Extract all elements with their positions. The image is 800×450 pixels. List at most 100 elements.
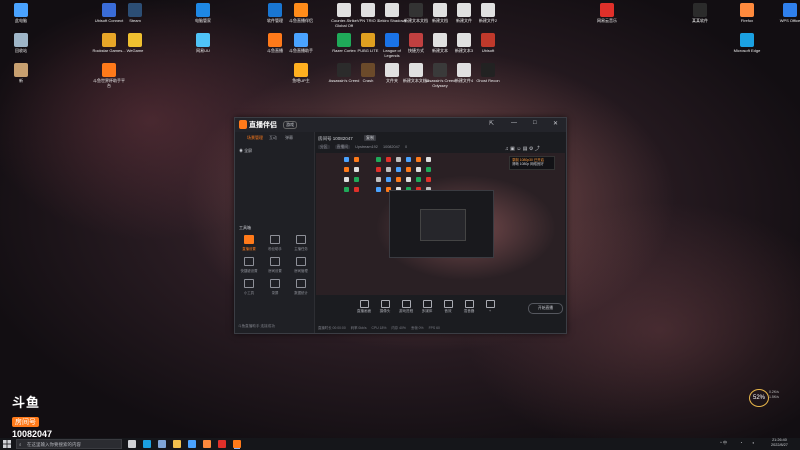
taskbar-app-task-view-icon[interactable] — [128, 440, 136, 448]
taskbar-search-input[interactable]: ⌕ 在这里输入你要搜索的内容 — [16, 439, 122, 449]
desktop-icon[interactable]: WPS Office — [773, 3, 800, 23]
volume-icon[interactable]: ◖ — [752, 440, 754, 445]
main-panel: 房间号 10082047 复制 分区 直播间 Upstream192 10082… — [315, 132, 566, 333]
toolbox-item[interactable]: 数据统计 — [289, 279, 313, 297]
connection-status: 斗鱼直播助手 连接成功 — [238, 324, 275, 328]
desktop-icon[interactable]: Steam — [118, 3, 152, 23]
bottom-tool[interactable]: 音效 — [437, 300, 459, 314]
tool-label: 快捷键设置 — [240, 269, 258, 273]
windows-start-icon[interactable] — [3, 440, 11, 448]
bottom-tool-icon — [401, 300, 411, 308]
share-icon[interactable]: ⤴ — [535, 146, 540, 152]
desktop-icon[interactable]: 网易云音乐 — [590, 3, 624, 23]
tool-icon — [270, 257, 280, 266]
desktop-icon[interactable]: 鱼吧UP主 — [284, 63, 318, 83]
taskbar-app-douyu-icon[interactable] — [233, 440, 241, 448]
taskbar-app-settings-icon[interactable] — [158, 440, 166, 448]
start-live-button[interactable]: 开始直播 — [528, 303, 563, 314]
pin-icon[interactable]: ⇱ — [489, 120, 494, 127]
bottom-tool[interactable]: 摄像头 — [374, 300, 396, 314]
preview-icon — [416, 177, 421, 182]
desktop-icon-label: 网易UU — [196, 48, 210, 53]
toolbox-item[interactable]: 录屏 — [263, 279, 287, 297]
tab-danmaku[interactable]: 弹幕 — [285, 135, 293, 141]
taskbar-app-netease-icon[interactable] — [218, 440, 226, 448]
app-icon — [385, 63, 399, 77]
window-titlebar[interactable]: 直播伴侣 游戏 ⇱ — □ ✕ — [235, 118, 566, 132]
tab-scene[interactable]: 场景管理 — [247, 135, 263, 141]
bottom-tool[interactable]: 多媒体 — [416, 300, 438, 314]
taskbar-app-firefox-icon[interactable] — [203, 440, 211, 448]
taskbar-app-store-icon[interactable] — [188, 440, 196, 448]
tool-icon — [270, 279, 280, 288]
stat-item: 码率 0kb/s — [350, 326, 367, 330]
speed-gauge[interactable]: 52% — [749, 389, 769, 407]
scene-item[interactable]: ◉ 全屏 — [239, 148, 252, 154]
bottom-tool[interactable]: 混音器 — [458, 300, 480, 314]
toolbox-item[interactable]: 直播设置 — [237, 235, 261, 253]
bottom-tool-label: 混音器 — [463, 309, 475, 313]
desktop-icon[interactable]: 某某软件 — [683, 3, 717, 23]
desktop-icon[interactable]: 斗鱼直播助手 — [284, 33, 318, 53]
bottom-tool-label: 游戏进程 — [398, 309, 414, 313]
room-pill[interactable]: 直播间 — [334, 145, 351, 149]
desktop-icon[interactable]: WeGame — [118, 33, 152, 53]
bottom-tool-icon — [464, 300, 474, 308]
upstream-label: Upstream192 — [355, 145, 378, 149]
category-pill[interactable]: 分区 — [318, 145, 330, 149]
douyu-brand: 斗鱼 — [12, 395, 41, 410]
stream-preview[interactable]: 录制 1080p30 已开启 清晰 1080p 网络良好 — [316, 153, 565, 295]
preview-icon — [386, 177, 391, 182]
desktop-icon[interactable]: Ghost Recon — [471, 63, 505, 83]
taskbar-clock[interactable]: 21:26:40 2022/8/27 — [771, 438, 788, 448]
preview-icon — [396, 167, 401, 172]
maximize-button[interactable]: □ — [533, 120, 537, 126]
system-tray[interactable]: ^ 中 — [720, 440, 727, 446]
download-rate: 1.5K/s — [769, 395, 779, 399]
desktop-icon[interactable]: 电脑管家 — [186, 3, 220, 23]
taskbar-app-explorer-icon[interactable] — [173, 440, 181, 448]
close-button[interactable]: ✕ — [553, 120, 558, 127]
app-icon — [481, 33, 495, 47]
desktop-icon[interactable]: Ubisoft — [471, 33, 505, 53]
app-icon — [196, 33, 210, 47]
desktop-icon[interactable]: 新建文件2 — [471, 3, 505, 23]
taskbar-app-edge-icon[interactable] — [143, 440, 151, 448]
desktop-icon[interactable]: 斗鱼世界杯助手平台 — [92, 63, 126, 88]
desktop-icon[interactable]: 斗鱼直播伴侣 — [284, 3, 318, 23]
network-icon[interactable]: ◔ — [740, 440, 742, 445]
desktop-icon[interactable]: 新 — [4, 63, 38, 83]
bottom-tool[interactable]: 直播画面 — [353, 300, 375, 314]
app-icon — [294, 3, 308, 17]
toolbox-item[interactable]: 小工具 — [237, 279, 261, 297]
tool-icon — [244, 235, 254, 244]
desktop-icon-label: Ghost Recon — [476, 78, 500, 83]
stream-app-window[interactable]: 直播伴侣 游戏 ⇱ — □ ✕ 场景管理 互动 弹幕 ◉ 全屏 工具箱 直播设置… — [234, 117, 567, 334]
stats-row: 直播时长 00:00:00 码率 0kb/s CPU 18% 内存 40% 丢帧 0% F… — [318, 325, 445, 330]
tab-interact[interactable]: 互动 — [269, 135, 277, 141]
tool-icon — [296, 279, 306, 288]
search-icon: ⌕ — [19, 442, 22, 447]
desktop-icon-label: 新建文件2 — [478, 18, 498, 23]
minimize-button[interactable]: — — [511, 120, 517, 126]
toolbox-item[interactable]: 粉丝助手 — [263, 235, 287, 253]
toolbox-item[interactable]: 快捷键设置 — [237, 257, 261, 275]
toolbox-item[interactable]: 主播任务 — [289, 235, 313, 253]
bottom-tool[interactable]: + — [479, 300, 501, 313]
desktop-icon[interactable]: Microsoft Edge — [730, 33, 764, 53]
app-icon — [128, 3, 142, 17]
clock-date: 2022/8/27 — [771, 443, 788, 447]
bottom-tool[interactable]: 游戏进程 — [395, 300, 417, 314]
preview-icon — [344, 157, 349, 162]
copy-room-button[interactable]: 复制 — [364, 135, 376, 141]
desktop-icon-label: Microsoft Edge — [733, 48, 761, 53]
desktop-icon[interactable]: 此电脑 — [4, 3, 38, 23]
desktop-icon[interactable]: 回收站 — [4, 33, 38, 53]
app-icon — [337, 33, 351, 47]
tool-label: 房间设置 — [268, 269, 282, 273]
toolbox-item[interactable]: 房间管理 — [289, 257, 313, 275]
toolbox-item[interactable]: 房间设置 — [263, 257, 287, 275]
mode-dropdown[interactable]: 游戏 — [283, 121, 297, 129]
desktop-icon[interactable]: Firefox — [730, 3, 764, 23]
desktop-icon[interactable]: 网易UU — [186, 33, 220, 53]
